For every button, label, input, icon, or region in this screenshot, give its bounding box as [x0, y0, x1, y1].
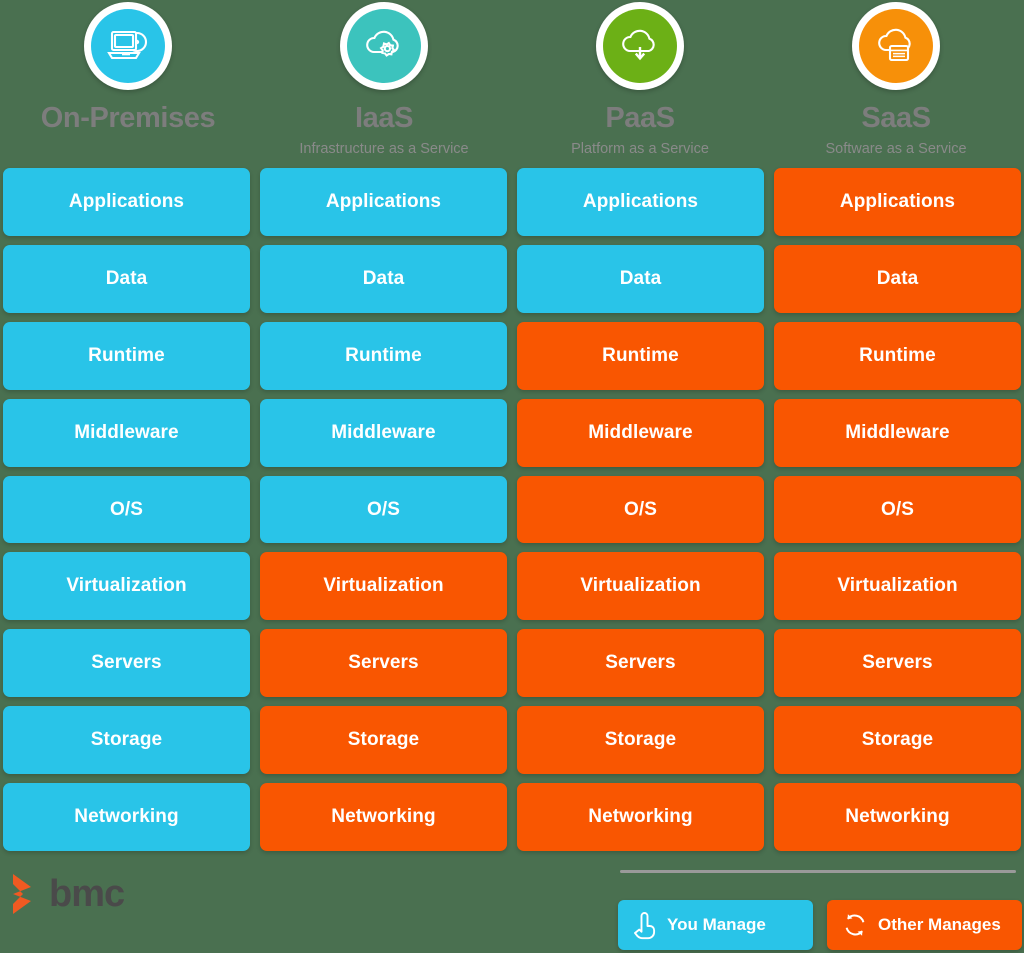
- column-header-iaas: IaaS Infrastructure as a Service: [256, 0, 512, 168]
- legend-other-manages-label: Other Manages: [878, 915, 1001, 934]
- cloud-download-icon: [603, 9, 677, 83]
- layer-cell[interactable]: Networking: [3, 783, 250, 852]
- layer-cell[interactable]: Middleware: [260, 398, 507, 467]
- stack-column-paas: Applications Data Runtime Middleware O/S…: [517, 168, 764, 852]
- bmc-logo: bmc: [10, 871, 125, 917]
- on-premises-icon-badge: [84, 2, 172, 90]
- layer-cell[interactable]: Networking: [517, 783, 764, 852]
- layer-cell[interactable]: O/S: [260, 475, 507, 544]
- column-title: On-Premises: [40, 102, 216, 134]
- layer-cell[interactable]: Applications: [260, 168, 507, 236]
- layer-cell[interactable]: Virtualization: [774, 552, 1021, 621]
- layer-cell[interactable]: Networking: [774, 783, 1021, 852]
- layer-cell[interactable]: Data: [3, 244, 250, 313]
- column-headers: On-Premises IaaS Infrastructure as a Ser…: [0, 0, 1024, 168]
- column-subtitle: Platform as a Service: [571, 141, 709, 157]
- legend-you-manage-label: You Manage: [667, 915, 766, 934]
- layer-cell[interactable]: Networking: [260, 783, 507, 852]
- pointing-hand-icon: [634, 912, 656, 940]
- layer-cell[interactable]: Data: [260, 244, 507, 313]
- layer-cell[interactable]: Middleware: [774, 398, 1021, 467]
- column-title: PaaS: [605, 102, 675, 134]
- column-header-on-premises: On-Premises: [0, 0, 256, 168]
- cloud-gear-icon: [347, 9, 421, 83]
- layer-cell[interactable]: Middleware: [3, 398, 250, 467]
- column-subtitle: Software as a Service: [825, 141, 967, 157]
- layer-cell[interactable]: O/S: [517, 475, 764, 544]
- cloud-window-icon: [859, 9, 933, 83]
- laptop-disc-icon: [91, 9, 165, 83]
- iaas-icon-badge: [340, 2, 428, 90]
- layer-cell[interactable]: Middleware: [517, 398, 764, 467]
- stack-column-on-premises: Applications Data Runtime Middleware O/S…: [3, 168, 250, 852]
- layer-cell[interactable]: Runtime: [260, 321, 507, 390]
- column-subtitle: Infrastructure as a Service: [299, 141, 469, 157]
- layer-cell[interactable]: Virtualization: [260, 552, 507, 621]
- column-title: IaaS: [354, 102, 414, 134]
- saas-icon-badge: [852, 2, 940, 90]
- legend: You Manage Other Manages: [618, 900, 1022, 950]
- stack-column-iaas: Applications Data Runtime Middleware O/S…: [260, 168, 507, 852]
- column-header-saas: SaaS Software as a Service: [768, 0, 1024, 168]
- column-title: SaaS: [861, 102, 931, 134]
- layer-cell[interactable]: Storage: [3, 706, 250, 775]
- layer-cell[interactable]: Servers: [3, 629, 250, 698]
- paas-icon-badge: [596, 2, 684, 90]
- layer-cell[interactable]: Servers: [517, 629, 764, 698]
- layer-cell[interactable]: O/S: [774, 475, 1021, 544]
- layer-cell[interactable]: Data: [517, 244, 764, 313]
- layer-cell[interactable]: Storage: [517, 706, 764, 775]
- layer-cell[interactable]: Storage: [260, 706, 507, 775]
- footer: bmc You Manage Other Manages: [0, 851, 1024, 953]
- legend-other-manages[interactable]: Other Manages: [827, 900, 1022, 950]
- layer-cell[interactable]: Servers: [774, 629, 1021, 698]
- responsibility-matrix: Applications Data Runtime Middleware O/S…: [0, 168, 1024, 852]
- layer-cell[interactable]: Virtualization: [3, 552, 250, 621]
- legend-divider: [620, 870, 1016, 873]
- bmc-logo-text: bmc: [49, 873, 125, 915]
- layer-cell[interactable]: Applications: [517, 168, 764, 236]
- layer-cell[interactable]: Applications: [3, 168, 250, 236]
- layer-cell[interactable]: Virtualization: [517, 552, 764, 621]
- legend-you-manage[interactable]: You Manage: [618, 900, 813, 950]
- refresh-cycle-icon: [845, 914, 865, 936]
- layer-cell[interactable]: Runtime: [517, 321, 764, 390]
- stack-column-saas: Applications Data Runtime Middleware O/S…: [774, 168, 1021, 852]
- layer-cell[interactable]: O/S: [3, 475, 250, 544]
- layer-cell[interactable]: Runtime: [3, 321, 250, 390]
- layer-cell[interactable]: Servers: [260, 629, 507, 698]
- bmc-logo-mark: [13, 874, 31, 914]
- layer-cell[interactable]: Runtime: [774, 321, 1021, 390]
- layer-cell[interactable]: Storage: [774, 706, 1021, 775]
- layer-cell[interactable]: Applications: [774, 168, 1021, 236]
- layer-cell[interactable]: Data: [774, 244, 1021, 313]
- column-header-paas: PaaS Platform as a Service: [512, 0, 768, 168]
